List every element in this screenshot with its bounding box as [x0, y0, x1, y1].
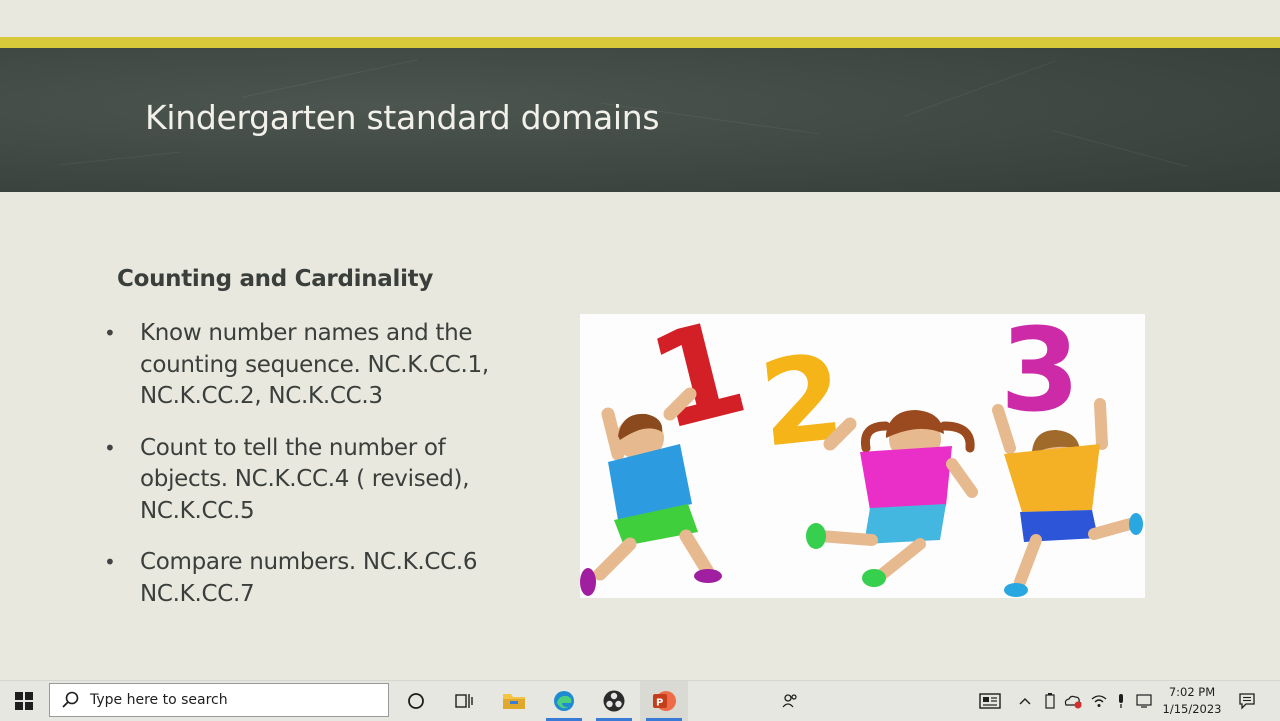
battery-icon	[1045, 693, 1055, 709]
bullet-item: • Count to tell the number of objects. NC…	[104, 434, 470, 524]
battery-button[interactable]	[1040, 681, 1060, 721]
section-heading: Counting and Cardinality	[117, 266, 434, 292]
display-icon	[1136, 694, 1152, 708]
accent-bar	[0, 37, 1280, 48]
chevron-up-icon	[1019, 698, 1031, 705]
numeral-three: 3	[1000, 314, 1080, 438]
obs-icon	[603, 690, 625, 712]
taskbar-search-box[interactable]: Type here to search	[49, 683, 389, 717]
edge-icon	[554, 691, 574, 711]
people-button[interactable]	[778, 681, 802, 721]
slide-title: Kindergarten standard domains	[145, 98, 660, 137]
search-placeholder: Type here to search	[90, 692, 228, 708]
powerpoint-icon: P	[653, 691, 676, 711]
clock-time: 7:02 PM	[1168, 685, 1216, 699]
display-button[interactable]	[1134, 681, 1154, 721]
slide: Kindergarten standard domains Counting a…	[0, 0, 1280, 680]
system-clock[interactable]: 7:02 PM 1/15/2023	[1160, 684, 1224, 718]
powerpoint-button[interactable]: P	[640, 681, 688, 721]
windows-logo-icon	[15, 692, 33, 710]
search-icon	[62, 691, 79, 708]
bullet-item: • Compare numbers. NC.K.CC.6 NC.K.CC.7	[104, 549, 478, 607]
show-hidden-icons-button[interactable]	[1014, 681, 1036, 721]
edge-button[interactable]	[540, 681, 588, 721]
notification-center-button[interactable]	[1234, 681, 1260, 721]
microphone-icon	[1119, 694, 1123, 708]
news-icon	[979, 693, 1001, 709]
onedrive-icon	[1064, 695, 1082, 709]
start-button[interactable]	[0, 681, 48, 721]
bullet-list: • Know number names and the counting sequ…	[100, 318, 520, 630]
numeral-two: 2	[754, 328, 850, 474]
svg-text:P: P	[656, 698, 663, 709]
wifi-icon	[1091, 695, 1107, 707]
file-explorer-icon	[503, 694, 525, 709]
bullet-item: • Know number names and the counting sequ…	[104, 320, 489, 409]
network-button[interactable]	[1088, 681, 1110, 721]
timeline-icon	[455, 694, 473, 708]
timeline-button[interactable]	[440, 681, 488, 721]
people-icon	[782, 694, 797, 708]
kid-two	[806, 410, 978, 587]
notification-icon	[1239, 693, 1255, 710]
kids-holding-numbers-picture: 1 2 3	[580, 314, 1145, 598]
file-explorer-button[interactable]	[490, 681, 538, 721]
news-widget-button[interactable]	[976, 681, 1004, 721]
taskbar: Type here to search P 7:02 PM 1/15/2023	[0, 680, 1280, 721]
obs-button[interactable]	[590, 681, 638, 721]
task-view-button[interactable]	[392, 681, 440, 721]
clock-date: 1/15/2023	[1162, 702, 1222, 716]
onedrive-button[interactable]	[1062, 681, 1084, 721]
microphone-button[interactable]	[1112, 681, 1130, 721]
task-view-icon	[408, 693, 424, 709]
